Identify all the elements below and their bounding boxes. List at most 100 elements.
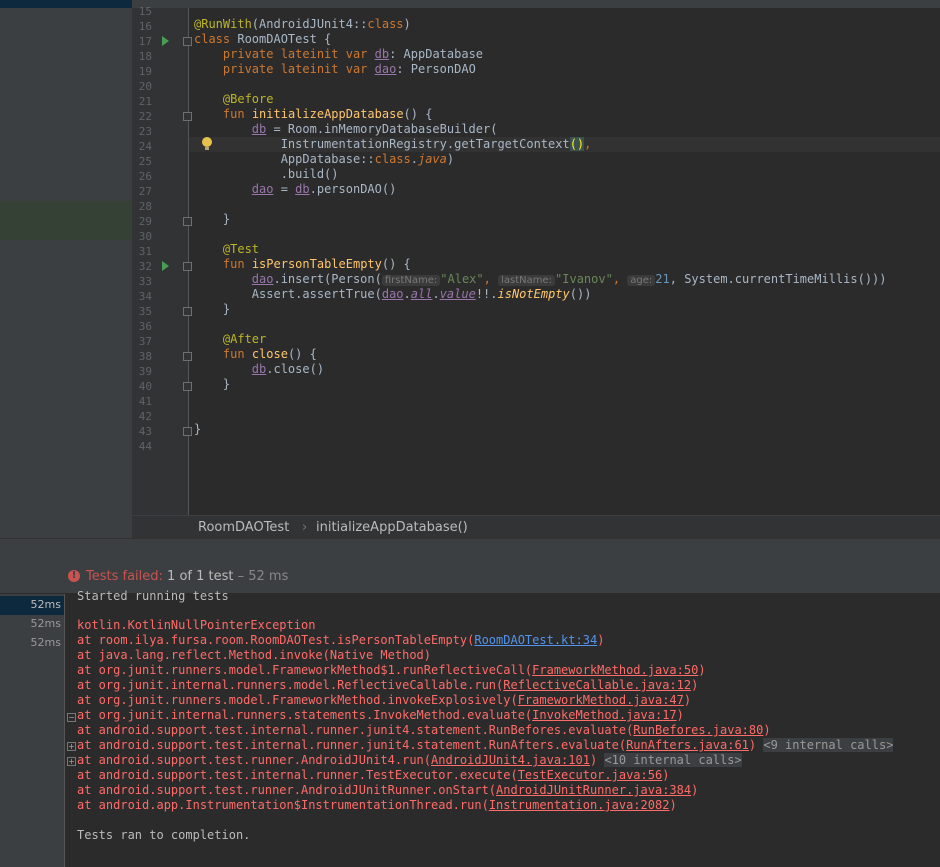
stack-frame-link[interactable]: ReflectiveCallable.java:12: [503, 678, 691, 692]
fold-method-end-icon[interactable]: [183, 307, 192, 316]
line-number: 44: [138, 440, 152, 453]
line-number: 38: [138, 350, 152, 363]
stack-frame-link[interactable]: AndroidJUnitRunner.java:384: [496, 783, 691, 797]
stack-frame-text: at android.support.test.internal.runner.…: [77, 723, 634, 737]
test-tree-row[interactable]: 52ms: [0, 615, 64, 634]
stack-frame-text: at android.support.test.internal.runner.…: [77, 768, 518, 782]
line-number: 19: [138, 65, 152, 78]
code-line-33: dao.insert(Person(firstName: "Alex", last…: [251, 272, 887, 286]
stack-frame-link[interactable]: RunAfters.java:61: [626, 738, 749, 752]
stack-frame-link[interactable]: FrameworkMethod.java:47: [518, 693, 684, 707]
line-number: 21: [138, 95, 152, 108]
code-line-29: }: [222, 212, 231, 226]
console-exception: kotlin.KotlinNullPointerException: [77, 618, 316, 632]
fold-class-end-icon[interactable]: [183, 427, 192, 436]
test-tree[interactable]: 52ms 52ms 52ms: [0, 594, 65, 867]
line-number: 22: [138, 110, 152, 123]
stack-frame-link[interactable]: AndroidJUnit4.java:101: [431, 753, 590, 767]
stack-frame-link[interactable]: RunBefores.java:80: [633, 723, 763, 737]
fold-method-end-icon[interactable]: [183, 382, 192, 391]
test-tree-row[interactable]: 52ms: [0, 596, 64, 615]
stack-frame-link[interactable]: InvokeMethod.java:17: [532, 708, 677, 722]
line-number: 25: [138, 155, 152, 168]
project-panel[interactable]: [0, 0, 133, 538]
breadcrumb-separator: ›: [302, 520, 308, 535]
breadcrumb-class[interactable]: RoomDAOTest: [198, 520, 289, 535]
stack-frame: at android.support.test.internal.runner.…: [77, 738, 894, 753]
console-completed: Tests ran to completion.: [77, 828, 251, 842]
test-tree-row[interactable]: 52ms: [0, 634, 64, 653]
run-toolbar: [0, 538, 940, 564]
code-line-34: Assert.assertTrue(dao.all.value!!.isNotE…: [251, 287, 592, 301]
run-class-icon[interactable]: [162, 36, 169, 46]
stack-frame: at room.ilya.fursa.room.RoomDAOTest.isPe…: [77, 633, 604, 648]
line-number: 34: [138, 290, 152, 303]
stack-frame-text: at android.support.test.internal.runner.…: [77, 738, 627, 752]
code-line-24: InstrumentationRegistry.getTargetContext…: [280, 137, 592, 151]
expand-icon[interactable]: +: [67, 757, 76, 766]
run-test-icon[interactable]: [162, 261, 169, 271]
stack-frame-link[interactable]: TestExecutor.java:56: [518, 768, 663, 782]
console-started: Started running tests: [77, 589, 229, 603]
stack-frame-text: at org.junit.runners.model.FrameworkMeth…: [77, 693, 518, 707]
stack-frame-text: at android.support.test.runner.AndroidJU…: [77, 753, 432, 767]
line-number: 36: [138, 320, 152, 333]
stack-frame-close: ): [763, 723, 771, 737]
code-line-31: @Test: [222, 242, 260, 256]
fold-method-icon[interactable]: [183, 262, 192, 271]
stack-frame: at org.junit.internal.runners.model.Refl…: [77, 678, 698, 693]
line-number: 37: [138, 335, 152, 348]
stack-frame-link[interactable]: Instrumentation.java:2082: [489, 798, 670, 812]
stack-frame: at java.lang.reflect.Method.invoke(Nativ…: [77, 648, 431, 663]
line-number: 30: [138, 230, 152, 243]
collapse-icon[interactable]: −: [67, 713, 76, 722]
code-line-32: fun isPersonTableEmpty() {: [222, 257, 411, 271]
stack-frame: at android.support.test.runner.AndroidJU…: [77, 783, 698, 798]
stack-frame-close: ): [691, 783, 699, 797]
fold-method-icon[interactable]: [183, 352, 192, 361]
line-number: 15: [138, 5, 152, 18]
project-highlight-row[interactable]: [0, 201, 132, 240]
line-number: 42: [138, 410, 152, 423]
error-icon: !: [68, 570, 80, 582]
breadcrumb: RoomDAOTest › initializeAppDatabase(): [132, 515, 940, 539]
code-line-38: fun close() {: [222, 347, 317, 361]
line-number: 24: [138, 140, 152, 153]
param-hint: firstName:: [381, 275, 441, 286]
code-line-25: AppDatabase::class.java): [280, 152, 455, 166]
breadcrumb-method[interactable]: initializeAppDatabase(): [316, 520, 468, 535]
code-line-35: }: [222, 302, 231, 316]
internal-calls-toggle[interactable]: <9 internal calls>: [763, 738, 894, 752]
stack-frame-close: ): [662, 768, 670, 782]
internal-calls-toggle[interactable]: <10 internal calls>: [604, 753, 742, 767]
line-number: 41: [138, 395, 152, 408]
project-selected-row[interactable]: [0, 0, 132, 8]
line-number: 23: [138, 125, 152, 138]
line-number: 35: [138, 305, 152, 318]
stack-frame-text: at java.lang.reflect.Method.invoke(Nativ…: [77, 648, 432, 662]
line-number: 28: [138, 200, 152, 213]
stack-frame-link[interactable]: FrameworkMethod.java:50: [532, 663, 698, 677]
code-line-27: dao = db.personDAO(): [251, 182, 397, 196]
expand-icon[interactable]: +: [67, 742, 76, 751]
stack-frame-link[interactable]: RoomDAOTest.kt:34: [474, 633, 597, 647]
fold-method-icon[interactable]: [183, 112, 192, 121]
stack-frame-text: at android.app.Instrumentation$Instrumen…: [77, 798, 489, 812]
stack-frame-close: ): [669, 798, 677, 812]
stack-frame-close: ): [698, 663, 706, 677]
fold-class-icon[interactable]: [183, 37, 192, 46]
code-line-37: @After: [222, 332, 267, 346]
stack-frame-close: ): [691, 678, 699, 692]
test-status: Tests failed: 1 of 1 test – 52 ms: [86, 569, 289, 584]
stack-frame-close: ): [683, 693, 692, 707]
line-number: 18: [138, 50, 152, 63]
line-number: 20: [138, 80, 152, 93]
stack-frame: at android.app.Instrumentation$Instrumen…: [77, 798, 677, 813]
code-line-17: class RoomDAOTest {: [194, 32, 332, 46]
param-hint: age:: [627, 275, 656, 286]
stack-frame-text: at org.junit.runners.model.FrameworkMeth…: [77, 663, 533, 677]
line-number: 26: [138, 170, 152, 183]
code-line-19: private lateinit var dao: PersonDAO: [222, 62, 476, 76]
stack-frame-close: ): [597, 633, 605, 647]
fold-method-end-icon[interactable]: [183, 217, 192, 226]
